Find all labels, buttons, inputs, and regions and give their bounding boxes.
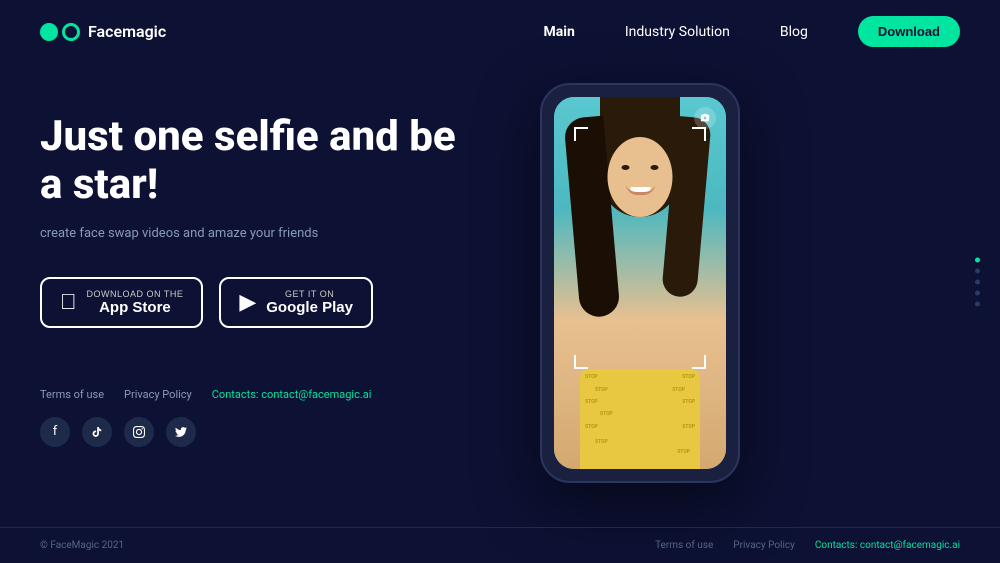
scan-corner-tl (574, 127, 588, 141)
copyright: © FaceMagic 2021 (40, 540, 124, 551)
page-dot-5[interactable] (975, 301, 980, 306)
scan-corner-br (692, 355, 706, 369)
play-icon: ▶ (239, 291, 256, 313)
store-buttons:  Download on the App Store ▶ GET IT ON … (40, 277, 480, 328)
logo-area: Facemagic (40, 22, 166, 41)
contacts-label: Contacts: contact@facemagic.ai (212, 388, 372, 401)
smile (625, 183, 655, 195)
hero-title: Just one selfie and be a star! (40, 113, 480, 210)
header: Facemagic Main Industry Solution Blog Do… (0, 0, 1000, 63)
hair-right (661, 116, 712, 298)
page-dot-3[interactable] (975, 279, 980, 284)
app-store-small: Download on the (87, 289, 184, 299)
bottom-footer: © FaceMagic 2021 Terms of use Privacy Po… (0, 527, 1000, 563)
scan-corner-bl (574, 355, 588, 369)
phone-person: STOP STOP STOP STOP STOP STOP STOP STOP … (554, 97, 726, 469)
logo-dot-outline (62, 23, 80, 41)
hair-left (563, 116, 620, 319)
body-area: STOP STOP STOP STOP STOP STOP STOP STOP … (580, 369, 700, 469)
social-icons: f (40, 417, 480, 447)
download-button[interactable]: Download (858, 16, 960, 47)
tiktok-icon-button[interactable] (82, 417, 112, 447)
terms-link[interactable]: Terms of use (40, 388, 104, 401)
nav-blog[interactable]: Blog (780, 24, 808, 40)
camera-icon (694, 107, 716, 129)
phone-screen: STOP STOP STOP STOP STOP STOP STOP STOP … (554, 97, 726, 469)
google-play-small: GET IT ON (266, 289, 353, 299)
footer-contacts: Contacts: contact@facemagic.ai (815, 540, 960, 551)
footer-right: Terms of use Privacy Policy Contacts: co… (655, 540, 960, 551)
google-play-big: Google Play (266, 299, 353, 316)
contacts-text: Contacts: (212, 388, 259, 401)
footer-contacts-email[interactable]: contact@facemagic.ai (860, 540, 960, 551)
privacy-link[interactable]: Privacy Policy (124, 388, 192, 401)
nav-main[interactable]: Main (544, 24, 575, 40)
facebook-icon-button[interactable]: f (40, 417, 70, 447)
twitter-icon-button[interactable] (166, 417, 196, 447)
google-play-button[interactable]: ▶ GET IT ON Google Play (219, 277, 373, 328)
page-dot-2[interactable] (975, 268, 980, 273)
app-store-button[interactable]:  Download on the App Store (40, 277, 203, 328)
right-content: STOP STOP STOP STOP STOP STOP STOP STOP … (540, 83, 740, 483)
page-dot-1[interactable] (975, 257, 980, 262)
face-oval (608, 137, 673, 217)
main-content: Just one selfie and be a star! create fa… (0, 63, 1000, 483)
nav: Main Industry Solution Blog (544, 24, 808, 40)
footer-links: Terms of use Privacy Policy Contacts: co… (40, 388, 480, 401)
footer-contacts-label: Contacts: (815, 540, 858, 551)
scan-corner-tr (692, 127, 706, 141)
contacts-email[interactable]: contact@facemagic.ai (261, 388, 371, 401)
footer-terms-link[interactable]: Terms of use (655, 540, 713, 551)
nav-industry[interactable]: Industry Solution (625, 24, 730, 40)
page-dot-4[interactable] (975, 290, 980, 295)
apple-icon:  (60, 291, 77, 313)
logo-icons (40, 23, 80, 41)
phone-mockup: STOP STOP STOP STOP STOP STOP STOP STOP … (540, 83, 740, 483)
app-store-text: Download on the App Store (87, 289, 184, 316)
app-store-big: App Store (87, 299, 184, 316)
logo-dot-filled (40, 23, 58, 41)
page-dots (975, 257, 980, 306)
instagram-icon-button[interactable] (124, 417, 154, 447)
hero-subtitle: create face swap videos and amaze your f… (40, 226, 480, 241)
left-content: Just one selfie and be a star! create fa… (40, 83, 480, 483)
footer-privacy-link[interactable]: Privacy Policy (733, 540, 795, 551)
google-play-text: GET IT ON Google Play (266, 289, 353, 316)
logo-text: Facemagic (88, 22, 166, 41)
